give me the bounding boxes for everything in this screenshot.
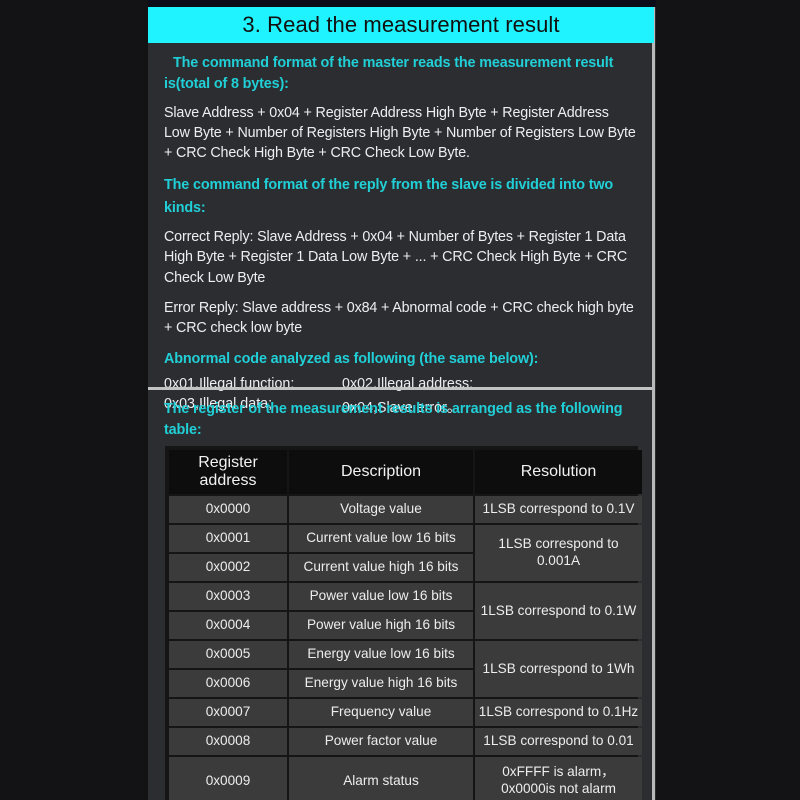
table-header-row: Register address Description Resolution (169, 450, 642, 494)
cell-description: Power factor value (289, 728, 473, 755)
text-correct-reply: Correct Reply: Slave Address + 0x04 + Nu… (164, 229, 628, 286)
screenshot-root: 3. Read the measurement result The comma… (0, 0, 800, 800)
cell-description: Power value low 16 bits (289, 583, 473, 610)
table-row: 0x0007 Frequency value 1LSB correspond to … (169, 699, 642, 726)
table-row: 0x0001 Current value low 16 bits 1LSB corr… (169, 525, 642, 581)
right-edge-rule (652, 7, 655, 800)
cell-description: Alarm status (289, 757, 473, 800)
cell-resolution: 1LSB correspond to 0.1W (475, 583, 642, 639)
cell-register-address: 0x0002 (169, 554, 287, 581)
column-header-description: Description (289, 450, 473, 494)
table-row: 0x0009 Alarm status 0xFFFF is alarm， 0x0000… (169, 757, 642, 800)
heading-slave-reply-format: The command format of the reply from the… (164, 176, 614, 216)
register-table-container: Register address Description Resolution … (165, 446, 642, 800)
cell-description: Current value high 16 bits (289, 554, 473, 581)
register-table: Register address Description Resolution … (167, 448, 644, 800)
protocol-description-panel: The command format of the master reads t… (148, 43, 652, 416)
cell-resolution: 1LSB correspond to 1Wh (475, 641, 642, 697)
cell-description: Energy value high 16 bits (289, 670, 473, 697)
cell-description: Frequency value (289, 699, 473, 726)
text-error-reply: Error Reply: Slave address + 0x84 + Abno… (164, 300, 634, 337)
heading-abnormal-code: Abnormal code analyzed as following (the… (164, 350, 539, 367)
cell-resolution: 1LSB correspond to 0.1V (475, 496, 642, 523)
cell-resolution: 1LSB correspond to 0.001A (475, 525, 642, 581)
cell-register-address: 0x0008 (169, 728, 287, 755)
column-header-resolution: Resolution (475, 450, 642, 494)
text-master-command-bytes: Slave Address + 0x04 + Register Address … (164, 104, 636, 162)
cell-register-address: 0x0007 (169, 699, 287, 726)
cell-description: Power value high 16 bits (289, 612, 473, 639)
table-row: 0x0003 Power value low 16 bits 1LSB corres… (169, 583, 642, 639)
column-header-register-address: Register address (169, 450, 287, 494)
cell-register-address: 0x0009 (169, 757, 287, 800)
cell-resolution: 1LSB correspond to 0.01 (475, 728, 642, 755)
table-row: 0x0008 Power factor value 1LSB correspond … (169, 728, 642, 755)
heading-register-table: The register of the measurement results … (164, 401, 623, 439)
cell-register-address: 0x0006 (169, 670, 287, 697)
cell-resolution: 1LSB correspond to 0.1Hz (475, 699, 642, 726)
cell-description: Energy value low 16 bits (289, 641, 473, 668)
cell-resolution: 0xFFFF is alarm， 0x0000is not alarm (475, 757, 642, 800)
section-title-banner: 3. Read the measurement result (148, 7, 654, 43)
cell-register-address: 0x0000 (169, 496, 287, 523)
cell-description: Voltage value (289, 496, 473, 523)
table-row: 0x0005 Energy value low 16 bits 1LSB corre… (169, 641, 642, 697)
top-dark-strip (148, 0, 656, 7)
register-table-panel: The register of the measurement results … (148, 390, 652, 800)
cell-register-address: 0x0005 (169, 641, 287, 668)
document-panel: 3. Read the measurement result The comma… (148, 0, 656, 800)
page-title: 3. Read the measurement result (242, 12, 560, 37)
cell-register-address: 0x0001 (169, 525, 287, 552)
table-row: 0x0000 Voltage value 1LSB correspond to 0.… (169, 496, 642, 523)
heading-master-command-format: The command format of the master reads t… (164, 55, 614, 93)
cell-register-address: 0x0003 (169, 583, 287, 610)
cell-description: Current value low 16 bits (289, 525, 473, 552)
table-body: 0x0000 Voltage value 1LSB correspond to 0.… (169, 496, 642, 800)
cell-register-address: 0x0004 (169, 612, 287, 639)
